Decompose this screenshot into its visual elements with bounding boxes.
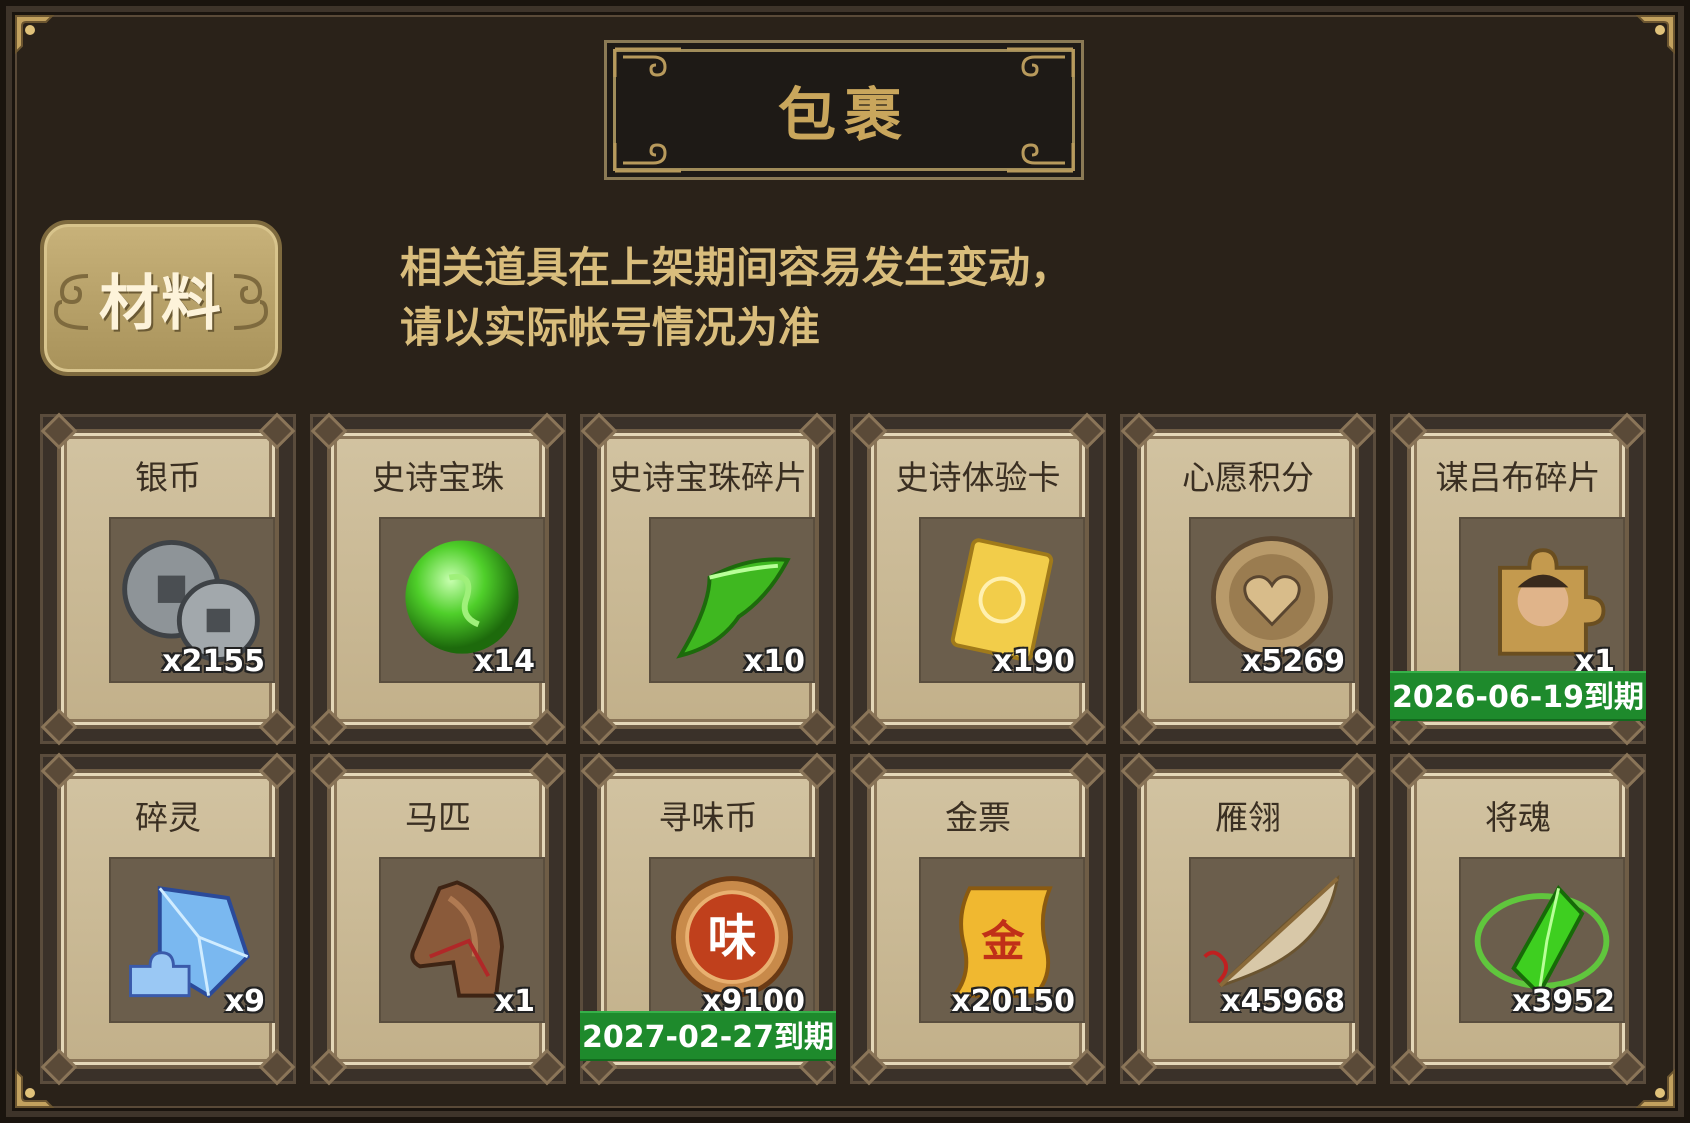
item-card[interactable]: 史诗宝珠碎片 x10 xyxy=(580,412,836,746)
item-quantity: x2155 xyxy=(162,644,265,679)
card-frame: 马匹 x1 xyxy=(310,752,566,1086)
horse-head-icon: x1 xyxy=(379,857,545,1023)
item-card[interactable]: 碎灵 x9 xyxy=(40,752,296,1086)
card-frame: 雁翎 x45968 xyxy=(1120,752,1376,1086)
item-card[interactable]: 谋吕布碎片 x1 2026-06-19到期 xyxy=(1390,412,1646,746)
puzzle-portrait-icon: x1 xyxy=(1459,517,1625,683)
card-frame: 心愿积分 x5269 xyxy=(1120,412,1376,746)
tab-label: 材料 xyxy=(99,268,223,339)
item-card[interactable]: 马匹 x1 xyxy=(310,752,566,1086)
green-orb-icon: x14 xyxy=(379,517,545,683)
cloud-ornament-icon xyxy=(613,47,683,83)
item-card[interactable]: 将魂 x3952 xyxy=(1390,752,1646,1086)
item-card[interactable]: 雁翎 x45968 xyxy=(1120,752,1376,1086)
cloud-ornament-icon xyxy=(1005,47,1075,83)
blue-crystal-icon: x9 xyxy=(109,857,275,1023)
item-quantity: x45968 xyxy=(1221,984,1345,1019)
scroll-character: 金 xyxy=(982,918,1026,968)
item-name: 史诗体验卡 xyxy=(895,458,1061,497)
item-quantity: x190 xyxy=(993,644,1075,679)
tab-materials[interactable]: 材料 xyxy=(40,220,282,376)
expiry-banner: 2026-06-19到期 xyxy=(1390,671,1646,721)
item-quantity: x5269 xyxy=(1242,644,1345,679)
card-frame: 碎灵 x9 xyxy=(40,752,296,1086)
corner-ornament xyxy=(1622,12,1678,68)
silver-coin-icon: x2155 xyxy=(109,517,275,683)
item-name: 史诗宝珠 xyxy=(372,458,504,497)
item-name: 心愿积分 xyxy=(1182,458,1314,497)
green-shard-icon: x10 xyxy=(649,517,815,683)
item-name: 史诗宝珠碎片 xyxy=(609,458,807,497)
item-name: 雁翎 xyxy=(1215,798,1281,837)
item-quantity: x14 xyxy=(473,644,535,679)
card-frame: 银币 x2155 xyxy=(40,412,296,746)
card-frame: 史诗体验卡 x190 xyxy=(850,412,1106,746)
green-soul-crystal-icon: x3952 xyxy=(1459,857,1625,1023)
item-name: 金票 xyxy=(945,798,1011,837)
coin-character: 味 xyxy=(708,910,757,967)
item-name: 碎灵 xyxy=(135,798,201,837)
title-plate: 包裹 xyxy=(604,40,1084,180)
item-quantity: x1 xyxy=(494,984,535,1019)
expiry-banner: 2027-02-27到期 xyxy=(580,1011,836,1061)
gold-scroll-icon: 金 x20150 xyxy=(919,857,1085,1023)
cloud-ornament-icon xyxy=(1005,137,1075,173)
feather-icon: x45968 xyxy=(1189,857,1355,1023)
item-quantity: x3952 xyxy=(1512,984,1615,1019)
page-title: 包裹 xyxy=(777,81,910,149)
item-card[interactable]: 史诗宝珠 x14 xyxy=(310,412,566,746)
item-card[interactable]: 心愿积分 x5269 xyxy=(1120,412,1376,746)
scroll-ornament-icon xyxy=(226,272,270,332)
corner-ornament xyxy=(12,12,68,68)
gold-card-icon: x190 xyxy=(919,517,1085,683)
notice-line: 请以实际帐号情况为准 xyxy=(400,303,821,352)
card-frame: 史诗宝珠碎片 x10 xyxy=(580,412,836,746)
item-card[interactable]: 银币 x2155 xyxy=(40,412,296,746)
card-frame: 将魂 x3952 xyxy=(1390,752,1646,1086)
item-quantity: x9 xyxy=(224,984,265,1019)
item-card[interactable]: 金票 金 x20150 xyxy=(850,752,1106,1086)
item-quantity: x10 xyxy=(743,644,805,679)
item-card[interactable]: 寻味币 味 x9100 2027-02-27到期 xyxy=(580,752,836,1086)
item-name: 谋吕布碎片 xyxy=(1435,458,1601,497)
item-name: 银币 xyxy=(135,458,201,497)
item-card[interactable]: 史诗体验卡 x190 xyxy=(850,412,1106,746)
notice-text: 相关道具在上架期间容易发生变动， 请以实际帐号情况为准 xyxy=(400,238,1220,358)
scroll-ornament-icon xyxy=(52,272,96,332)
item-name: 马匹 xyxy=(405,798,471,837)
flavor-coin-icon: 味 x9100 xyxy=(649,857,815,1023)
card-frame: 金票 金 x20150 xyxy=(850,752,1106,1086)
card-frame: 史诗宝珠 x14 xyxy=(310,412,566,746)
item-name: 将魂 xyxy=(1485,798,1551,837)
item-quantity: x20150 xyxy=(951,984,1075,1019)
heart-coin-icon: x5269 xyxy=(1189,517,1355,683)
item-name: 寻味币 xyxy=(658,798,758,837)
item-grid: 银币 x2155 史诗宝珠 x14 史诗宝珠碎片 x10 史诗体验卡 x190 … xyxy=(40,412,1650,1086)
notice-line: 相关道具在上架期间容易发生变动， xyxy=(400,243,1073,292)
cloud-ornament-icon xyxy=(613,137,683,173)
